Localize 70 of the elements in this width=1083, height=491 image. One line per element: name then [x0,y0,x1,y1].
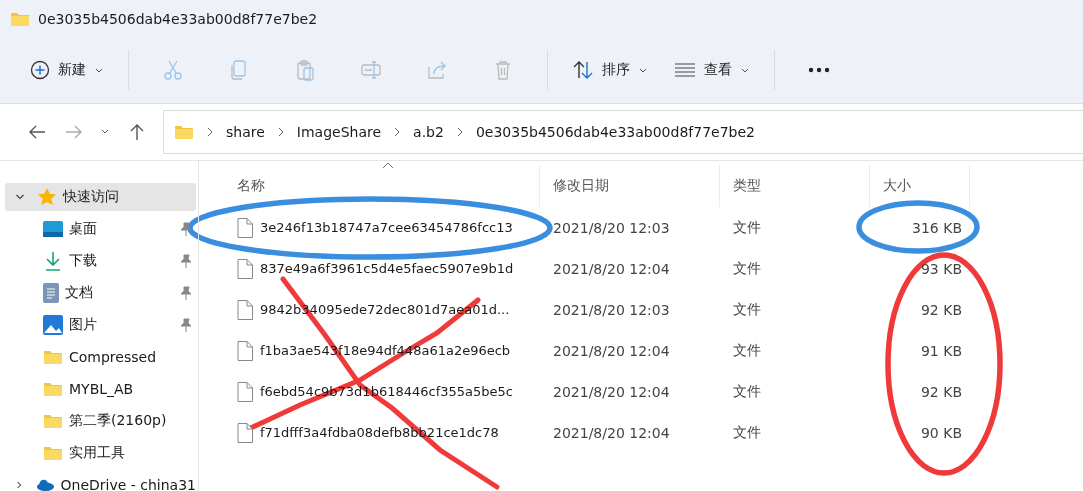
folder-icon [10,10,30,27]
sidebar-item[interactable]: 桌面 [5,213,196,245]
size-cell: 90 KB [920,424,962,441]
type-cell: 文件 [733,382,761,401]
folder-icon [43,413,63,429]
file-name[interactable]: 3e246f13b18747a7cee63454786fcc13 [260,220,513,235]
caret-icon [15,192,25,202]
date-cell: 2021/8/20 12:03 [553,219,670,236]
file-icon [237,381,253,402]
sidebar-item[interactable]: 实用工具 [5,437,196,469]
type-cell: 文件 [733,300,761,319]
new-button[interactable]: 新建 [20,52,114,88]
desktop-icon [43,220,63,238]
date-cell: 2021/8/20 12:04 [553,383,670,400]
chevron-icon [393,127,402,137]
sidebar-item[interactable]: 第二季(2160p) [5,405,196,437]
size-cell: 93 KB [920,260,962,277]
folder-icon [174,124,194,140]
breadcrumb[interactable]: 0e3035b4506dab4e33ab00d8f77e7be2 [475,124,755,140]
size-cell: 92 KB [920,301,962,318]
cloud-icon [35,478,55,491]
picture-icon [43,315,63,335]
size-cell: 91 KB [920,342,962,359]
star-icon [37,187,57,207]
folder-icon [43,349,63,365]
document-icon [43,283,59,303]
file-icon [237,258,253,279]
folder-icon [43,445,63,461]
date-cell: 2021/8/20 12:04 [553,342,670,359]
file-icon [237,217,253,238]
breadcrumb[interactable]: share [226,124,265,140]
type-cell: 文件 [733,423,761,442]
download-icon [43,251,63,271]
window-title: 0e3035b4506dab4e33ab00d8f77e7be2 [38,10,318,27]
date-cell: 2021/8/20 12:04 [553,424,670,441]
sidebar-item[interactable]: 文档 [5,277,196,309]
sort-icon [572,60,594,80]
sidebar-item[interactable]: 图片 [5,309,196,341]
type-cell: 文件 [733,218,761,237]
plus-icon [30,60,50,80]
type-cell: 文件 [733,341,761,360]
sidebar-item[interactable]: OneDrive - china31 [5,471,196,491]
sidebar-item[interactable]: 快速访问 [5,183,196,211]
breadcrumb[interactable]: ImageShare [296,124,382,140]
chevron-icon [206,127,214,137]
size-cell: 316 KB [912,219,962,236]
type-cell: 文件 [733,259,761,278]
column-header[interactable]: 类型 [720,165,870,207]
list-icon [674,62,696,78]
breadcrumb[interactable]: a.b2 [413,124,444,140]
file-name[interactable]: 837e49a6f3961c5d4e5faec5907e9b1d [260,261,514,276]
sidebar-item[interactable]: Compressed [5,341,196,373]
column-header[interactable]: 大小 [870,165,970,207]
chevron-icon [455,127,464,137]
folder-icon [43,381,63,397]
sort-button[interactable]: 排序 [562,52,658,88]
sidebar-item[interactable]: MYBL_AB [5,373,196,405]
file-icon [237,422,253,443]
size-cell: 92 KB [920,383,962,400]
date-cell: 2021/8/20 12:03 [553,301,670,318]
sidebar-item[interactable]: 下载 [5,245,196,277]
file-icon [237,299,253,320]
column-header[interactable]: 名称 [224,165,540,207]
chevron-icon [276,127,285,137]
file-icon [237,340,253,361]
caret-icon [15,480,24,490]
date-cell: 2021/8/20 12:04 [553,260,670,277]
column-header[interactable]: 修改日期 [540,165,720,207]
view-button[interactable]: 查看 [664,52,760,88]
address-bar[interactable]: share ImageShare a.b2 0e3035b4506dab4e33ab00d8f77e7be2 [163,110,1083,154]
